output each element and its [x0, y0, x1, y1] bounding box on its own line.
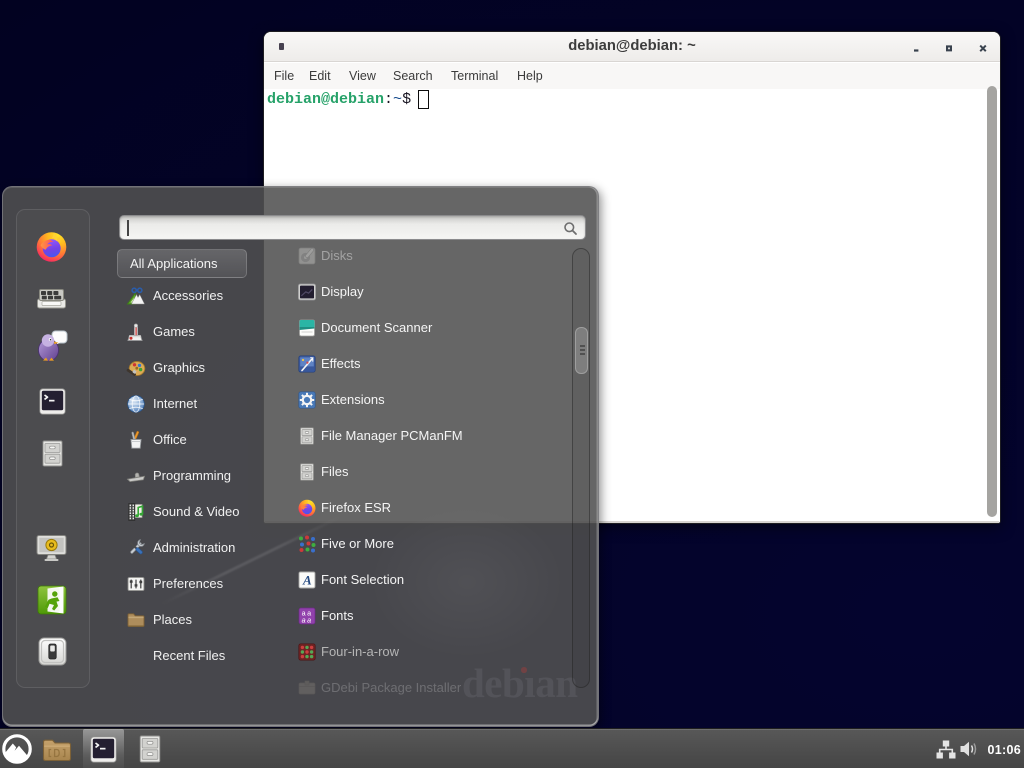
svg-text:A: A [302, 573, 312, 588]
svg-text:aa: aa [302, 615, 313, 624]
